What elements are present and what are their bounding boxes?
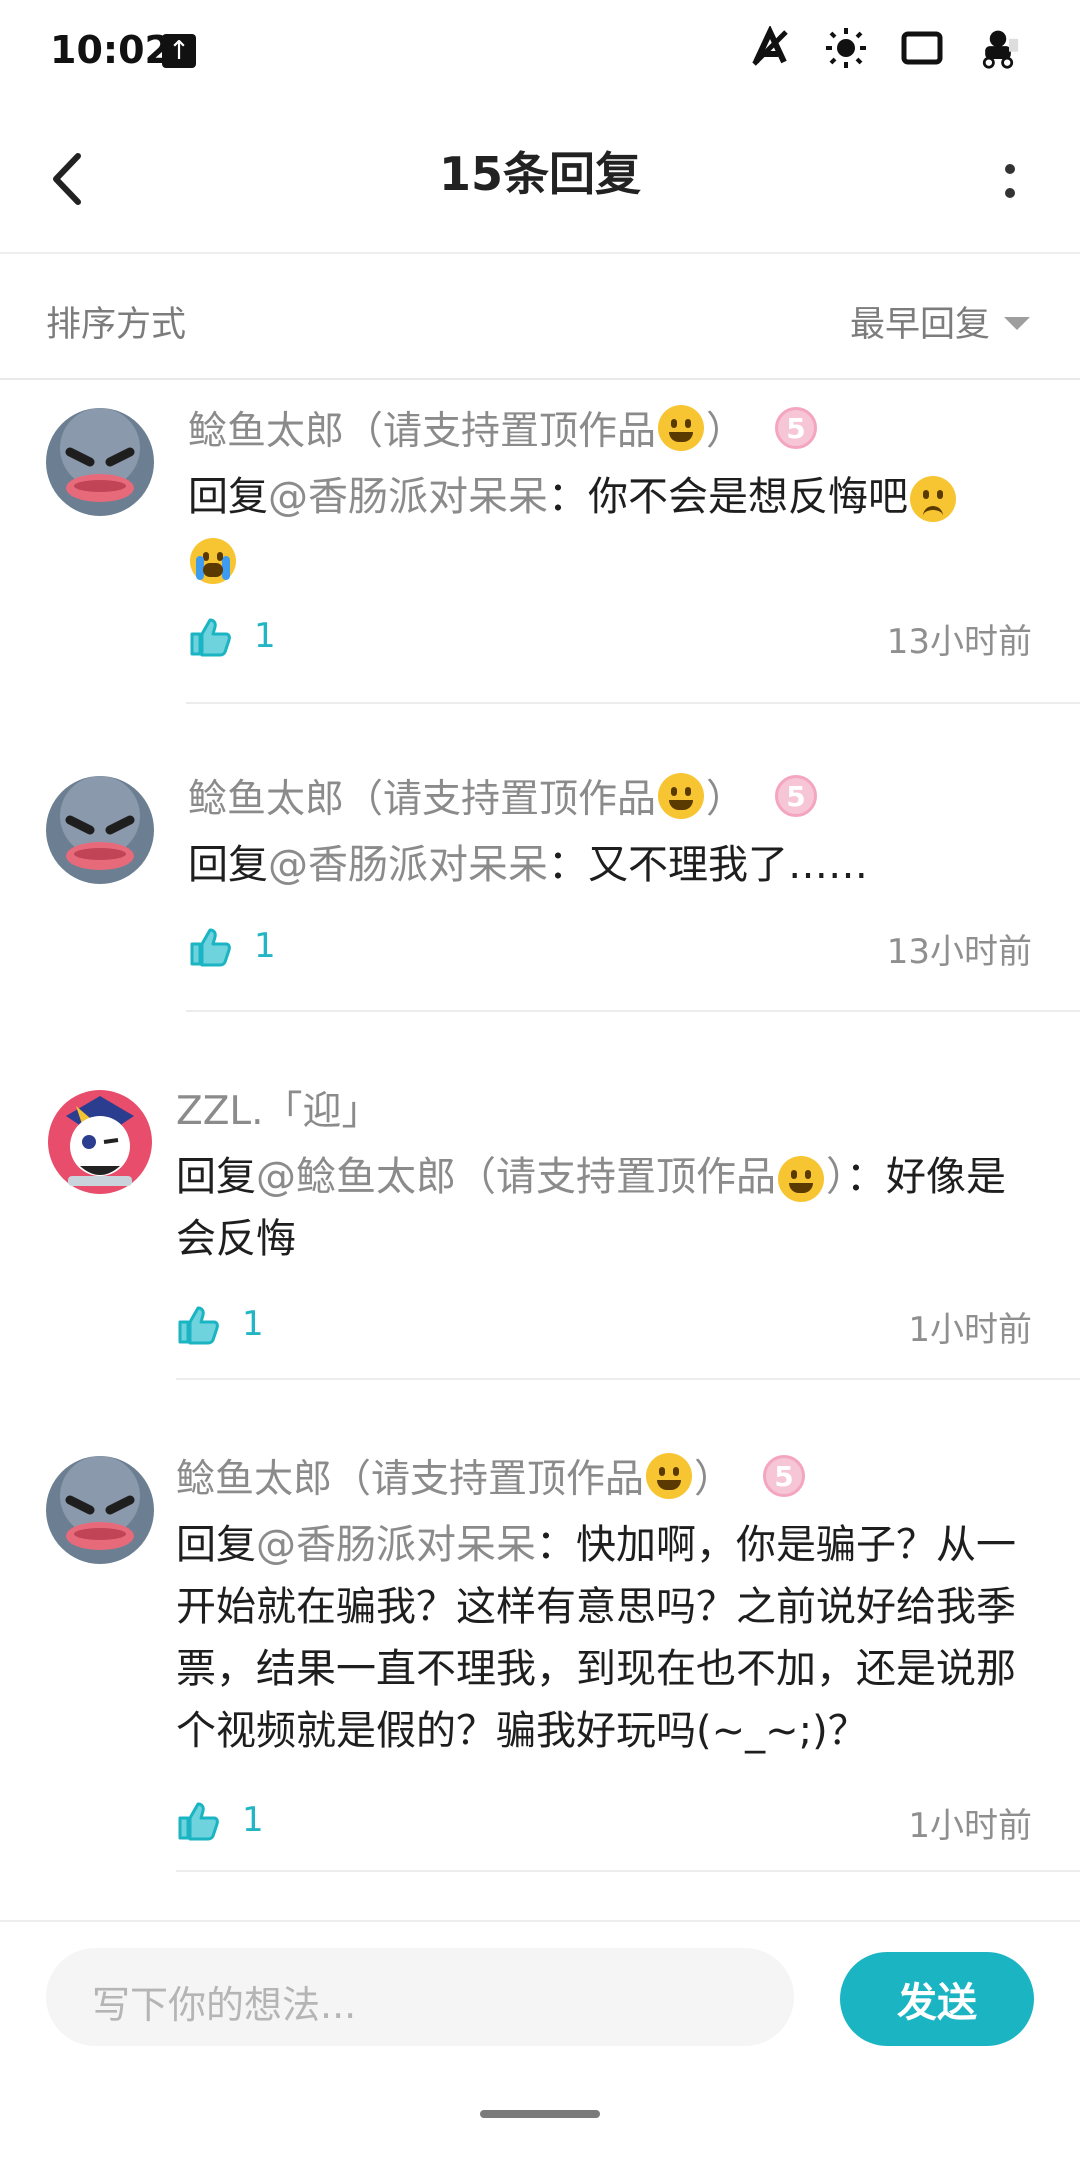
status-bar: 10:02 ↑ bbox=[0, 0, 1080, 110]
comment-input-bar: 写下你的想法... 发送 bbox=[0, 1920, 1080, 2162]
app-notification-icon bbox=[976, 26, 1020, 70]
thumbs-up-icon bbox=[178, 1306, 219, 1345]
mention-link[interactable]: @香肠派对呆呆 bbox=[268, 474, 548, 520]
dropdown-caret-icon bbox=[1004, 317, 1030, 330]
avatar[interactable] bbox=[46, 1456, 154, 1564]
comment-time: 13小时前 bbox=[886, 622, 1032, 662]
level-badge: 5 bbox=[763, 1455, 806, 1497]
brightness-icon bbox=[824, 26, 868, 70]
mention-link[interactable]: @香肠派对呆呆 bbox=[268, 842, 548, 888]
more-options-button[interactable] bbox=[1000, 146, 1020, 216]
comment-time: 1小时前 bbox=[908, 1310, 1032, 1350]
frown-emoji-icon bbox=[910, 476, 956, 522]
divider bbox=[176, 1378, 1080, 1380]
notification-off-icon bbox=[748, 26, 792, 70]
username-tail: ） bbox=[706, 777, 746, 822]
like-count: 1 bbox=[242, 1304, 264, 1344]
clown-avatar-icon bbox=[46, 1088, 154, 1196]
mention-link[interactable]: @香肠派对呆呆 bbox=[256, 1522, 536, 1568]
sort-value: 最早回复 bbox=[849, 305, 990, 345]
divider bbox=[186, 702, 1080, 704]
comment-text: 回复@香肠派对呆呆：快加啊，你是骗子？从一开始就在骗我？这样有意思吗？之前说好给… bbox=[176, 1522, 1016, 1754]
grin-emoji-icon bbox=[658, 773, 705, 819]
comment-text: 回复@香肠派对呆呆：又不理我了…… bbox=[188, 842, 868, 888]
username[interactable]: 鲶鱼太郎（请支持置顶作品 bbox=[176, 1448, 644, 1504]
comment-time: 13小时前 bbox=[886, 932, 1032, 972]
username-tail: ） bbox=[706, 409, 746, 454]
thumbs-up-icon bbox=[190, 618, 231, 657]
mention-link[interactable]: @鲶鱼太郎（请支持置顶作品） bbox=[256, 1154, 846, 1202]
upload-icon: ↑ bbox=[162, 34, 196, 68]
like-button[interactable]: 1 bbox=[176, 1798, 264, 1842]
top-app-bar: 15条回复 bbox=[0, 110, 1080, 254]
sort-bar: 排序方式 最早回复 bbox=[0, 254, 1080, 380]
sort-dropdown[interactable]: 最早回复 bbox=[850, 296, 1030, 347]
level-badge: 5 bbox=[775, 407, 818, 449]
input-placeholder: 写下你的想法... bbox=[92, 1983, 357, 2027]
grin-emoji-icon bbox=[646, 1453, 693, 1499]
page-title: 15条回复 bbox=[438, 147, 641, 201]
catfish-avatar-icon bbox=[46, 1456, 154, 1564]
comment-text: 回复@香肠派对呆呆：你不会是想反悔吧 bbox=[188, 466, 1032, 590]
catfish-avatar-icon bbox=[46, 776, 154, 884]
divider bbox=[186, 1010, 1080, 1012]
username-tail: ） bbox=[694, 1457, 734, 1502]
catfish-avatar-icon bbox=[46, 408, 154, 516]
username[interactable]: 鲶鱼太郎（请支持置顶作品 bbox=[188, 400, 656, 456]
grin-emoji-icon bbox=[658, 405, 705, 451]
like-count: 1 bbox=[254, 616, 276, 656]
avatar[interactable] bbox=[46, 408, 154, 516]
sort-label: 排序方式 bbox=[46, 305, 187, 345]
status-time: 10:02 bbox=[50, 28, 171, 72]
more-vertical-icon bbox=[1005, 164, 1015, 198]
like-count: 1 bbox=[242, 1800, 264, 1840]
divider bbox=[176, 1870, 1080, 1872]
crying-emoji-icon bbox=[190, 538, 236, 584]
like-button[interactable]: 1 bbox=[176, 1302, 264, 1346]
home-indicator[interactable] bbox=[480, 2110, 600, 2118]
comment-input[interactable]: 写下你的想法... bbox=[46, 1948, 794, 2046]
avatar[interactable] bbox=[46, 1088, 154, 1196]
grin-emoji-icon bbox=[778, 1156, 824, 1202]
username[interactable]: ZZL.「迎」 bbox=[176, 1080, 381, 1136]
comment-text: 回复@鲶鱼太郎（请支持置顶作品 ）：好像是会反悔 bbox=[176, 1154, 1006, 1262]
like-count: 1 bbox=[254, 926, 276, 966]
thumbs-up-icon bbox=[190, 928, 231, 967]
like-button[interactable]: 1 bbox=[188, 614, 276, 658]
avatar[interactable] bbox=[46, 776, 154, 884]
thumbs-up-icon bbox=[178, 1802, 219, 1841]
username[interactable]: 鲶鱼太郎（请支持置顶作品 bbox=[188, 768, 656, 824]
screen-rotate-icon bbox=[900, 26, 944, 70]
like-button[interactable]: 1 bbox=[188, 924, 276, 968]
send-button[interactable]: 发送 bbox=[840, 1952, 1034, 2046]
comment-time: 1小时前 bbox=[908, 1806, 1032, 1846]
level-badge: 5 bbox=[775, 775, 818, 817]
